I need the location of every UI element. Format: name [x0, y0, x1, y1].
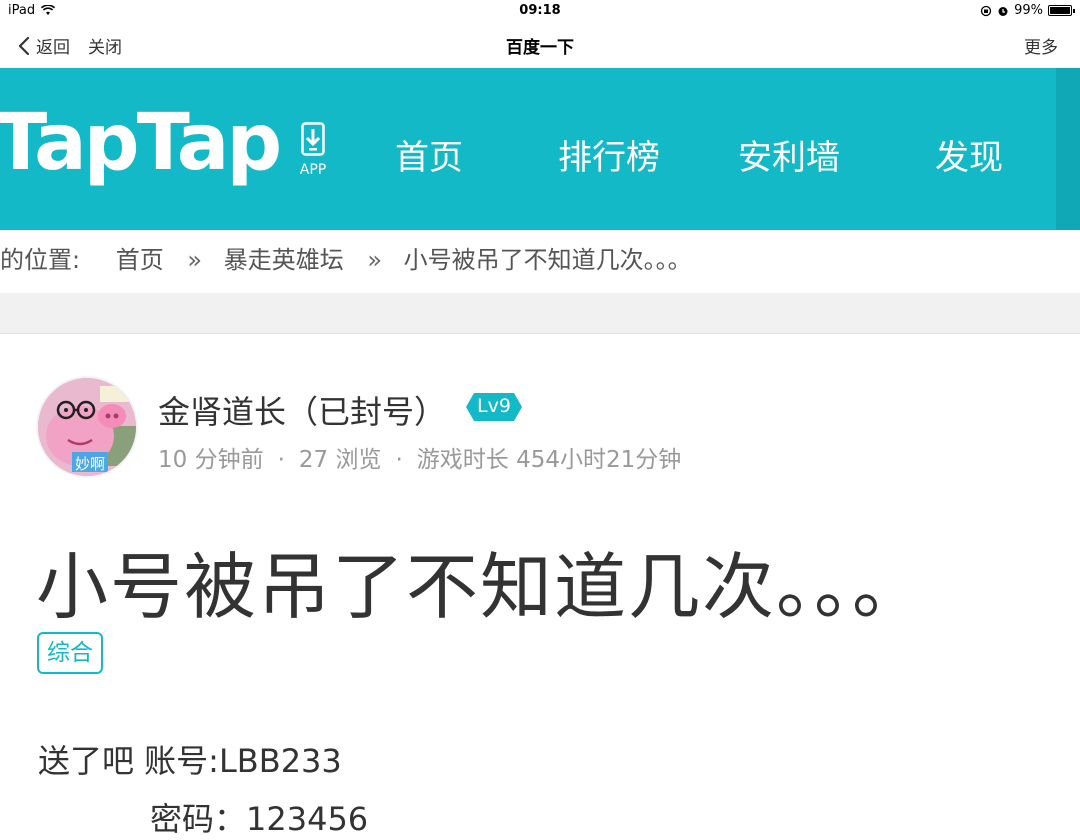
app-label: APP: [299, 162, 327, 178]
breadcrumb-separator: »: [187, 246, 203, 274]
post-title: 小号被吊了不知道几次。。。: [36, 545, 927, 629]
battery-icon: [1048, 5, 1075, 16]
section-divider: [0, 293, 1080, 334]
post-meta: 10 分钟前 · 27 浏览 · 游戏时长 454小时21分钟: [158, 440, 681, 474]
breadcrumb-forum[interactable]: 暴走英雄坛: [224, 246, 344, 274]
breadcrumb: 的位置: 首页 » 暴走英雄坛 » 小号被吊了不知道几次。。。: [0, 240, 708, 275]
nav-rankings[interactable]: 排行榜: [558, 130, 660, 179]
avatar-caption: 妙啊: [75, 455, 105, 473]
avatar-image: 妙啊: [38, 378, 136, 476]
breadcrumb-prefix: 的位置:: [0, 246, 81, 274]
alarm-icon: [998, 6, 1008, 16]
battery-percent: 99%: [1014, 3, 1043, 18]
status-bar: iPad 09:18 99%: [0, 0, 1080, 22]
site-header: TapTap APP 首页 排行榜 安利墙 发现: [0, 68, 1080, 230]
author-name[interactable]: 金肾道长（已封号）: [158, 387, 446, 433]
breadcrumb-separator: »: [367, 246, 383, 274]
browser-toolbar: 返回 关闭 百度一下 更多: [0, 22, 1080, 68]
category-tag[interactable]: 综合: [37, 632, 103, 674]
breadcrumb-home[interactable]: 首页: [116, 246, 164, 274]
header-edge: [1056, 68, 1080, 230]
level-text: Lv9: [477, 395, 511, 417]
breadcrumb-current: 小号被吊了不知道几次。。。: [403, 246, 692, 274]
nav-discover[interactable]: 发现: [935, 130, 1003, 179]
avatar[interactable]: 妙啊: [38, 378, 136, 476]
post-time: 10 分钟前: [158, 447, 264, 473]
orientation-lock-icon: [980, 5, 992, 16]
nav-recommend-wall[interactable]: 安利墙: [738, 130, 840, 179]
page-title: 百度一下: [506, 38, 574, 58]
more-button[interactable]: 更多: [1024, 33, 1058, 58]
app-download-button[interactable]: APP: [296, 122, 330, 178]
meta-dot: ·: [395, 447, 403, 473]
play-time: 游戏时长 454小时21分钟: [416, 447, 682, 473]
level-badge: Lv9: [466, 393, 522, 421]
post-views: 27 浏览: [298, 447, 382, 473]
post-body-line: 送了吧 账号:LBB233: [38, 742, 342, 780]
meta-dot: ·: [277, 447, 285, 473]
clock: 09:18: [519, 3, 561, 18]
taptap-logo[interactable]: TapTap: [0, 104, 282, 182]
nav-home[interactable]: 首页: [395, 130, 463, 179]
post-body-line: 密码：123456: [150, 800, 369, 838]
phone-download-icon: [301, 122, 325, 156]
